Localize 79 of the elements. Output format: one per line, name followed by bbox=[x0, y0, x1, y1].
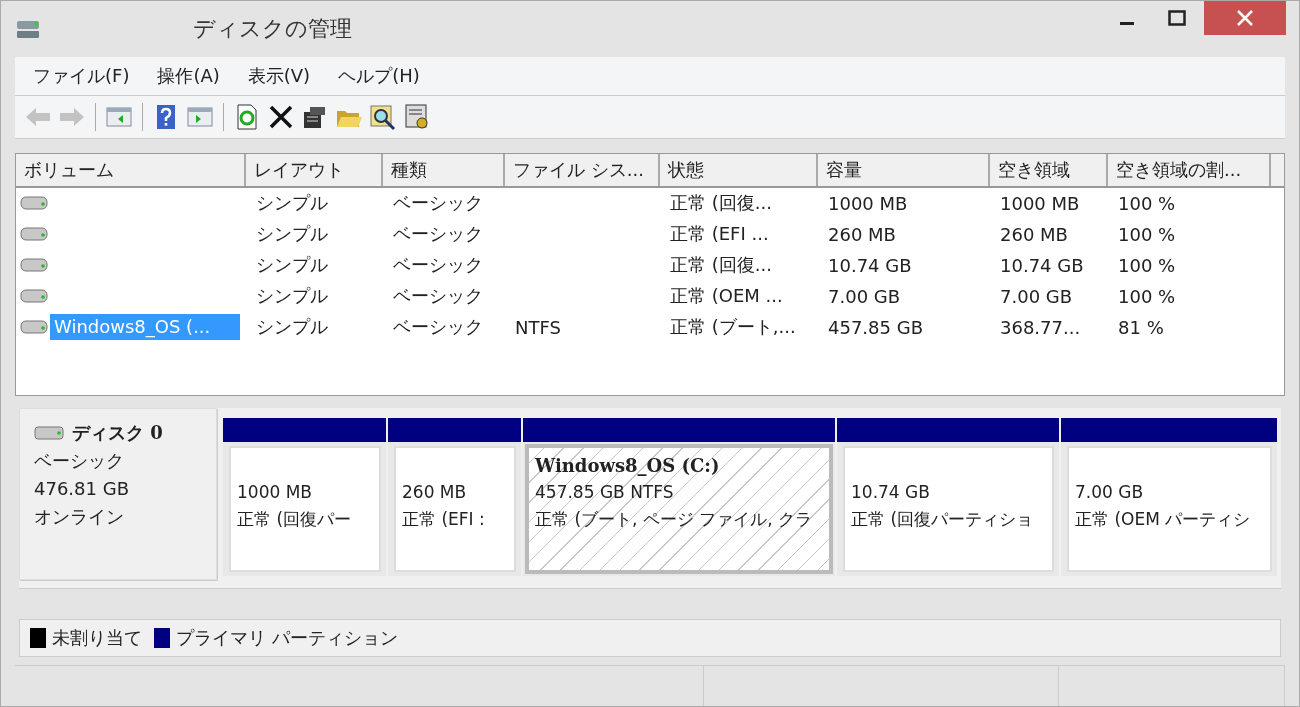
table-cell-text: NTFS bbox=[514, 316, 562, 338]
partition-info: 正常 (回復パー bbox=[237, 508, 353, 532]
maximize-icon bbox=[1168, 10, 1186, 26]
table-cell-text: シンプル bbox=[255, 191, 329, 216]
table-cell-text: 10.74 GB bbox=[999, 254, 1085, 276]
table-cell-text: 正常 (回復... bbox=[669, 253, 773, 278]
partition-block[interactable]: 1000 MB 正常 (回復パー bbox=[223, 418, 386, 577]
close-icon bbox=[1236, 9, 1254, 27]
legend-label: プライマリ パーティション bbox=[176, 626, 398, 651]
table-cell-text: 正常 (EFI ... bbox=[669, 222, 770, 247]
partition-info: 正常 (ブート, ページ ファイル, クラ bbox=[535, 508, 814, 532]
table-cell-text: シンプル bbox=[255, 222, 329, 247]
partition-info: 1000 MB bbox=[237, 481, 313, 505]
disk-drive-icon bbox=[20, 320, 48, 335]
partition-block[interactable]: 10.74 GB 正常 (回復パーティショ bbox=[837, 418, 1059, 577]
partition-info: 457.85 GB NTFS bbox=[535, 481, 675, 505]
partition-info: 正常 (回復パーティショ bbox=[851, 508, 1035, 532]
column-header[interactable]: 種類 bbox=[383, 153, 505, 186]
minimize-icon bbox=[1120, 21, 1134, 25]
window-title: ディスクの管理 bbox=[192, 14, 352, 43]
disk-drive-icon bbox=[20, 227, 48, 242]
partition-info: 260 MB bbox=[402, 481, 468, 505]
table-cell-text: ベーシック bbox=[392, 222, 484, 247]
legend-label: 未割り当て bbox=[52, 626, 142, 651]
table-cell-text: 260 MB bbox=[999, 223, 1069, 245]
disk-info-panel[interactable]: ディスク 0 ベーシック 476.81 GB オンライン bbox=[19, 408, 217, 581]
table-cell-text: 368.77... bbox=[999, 316, 1082, 338]
table-cell-text: ベーシック bbox=[392, 284, 484, 309]
column-header[interactable]: ファイル シス... bbox=[505, 153, 660, 186]
table-cell-text: シンプル bbox=[255, 315, 329, 340]
partition-block[interactable]: 260 MB 正常 (EFI : bbox=[388, 418, 521, 577]
table-cell-text: 正常 (OEM ... bbox=[669, 284, 784, 309]
table-cell-text: 正常 (ブート,... bbox=[669, 315, 797, 340]
partition-name: Windows8_OS (C:) bbox=[535, 454, 721, 479]
disk-drive-icon bbox=[20, 196, 48, 211]
menu-item[interactable]: ヘルプ(H) bbox=[324, 63, 434, 88]
table-cell-text: 1000 MB bbox=[827, 192, 909, 214]
disk-name: ディスク 0 bbox=[72, 421, 163, 446]
disk-type: ベーシック bbox=[34, 449, 125, 474]
table-cell-text: ベーシック bbox=[392, 191, 484, 216]
table-cell-text: 260 MB bbox=[827, 223, 897, 245]
table-cell-text: 81 % bbox=[1117, 316, 1165, 338]
menu-item[interactable]: 操作(A) bbox=[143, 63, 234, 88]
disk-size: 476.81 GB bbox=[34, 477, 130, 502]
table-cell-text: 100 % bbox=[1117, 192, 1177, 214]
column-header[interactable]: 状態 bbox=[660, 153, 818, 186]
partition-info: 正常 (EFI : bbox=[402, 508, 486, 532]
partition-info: 正常 (OEM パーティシ bbox=[1075, 508, 1252, 532]
table-cell-text: シンプル bbox=[255, 284, 329, 309]
partition-info: 7.00 GB bbox=[1075, 481, 1145, 505]
column-header[interactable]: ボリューム bbox=[16, 153, 246, 186]
table-cell-text: シンプル bbox=[255, 253, 329, 278]
table-cell-text: 1000 MB bbox=[999, 192, 1081, 214]
table-cell-text: 100 % bbox=[1117, 254, 1177, 276]
disk-drive-icon bbox=[34, 426, 64, 441]
column-header[interactable]: 空き領域 bbox=[990, 153, 1108, 186]
table-cell-text: ベーシック bbox=[392, 315, 484, 340]
disk-drive-icon bbox=[20, 289, 48, 304]
settings-icon bbox=[403, 102, 431, 131]
column-header[interactable]: レイアウト bbox=[246, 153, 383, 186]
table-cell-text: 457.85 GB bbox=[827, 316, 924, 338]
close-button[interactable] bbox=[1204, 1, 1286, 35]
disk-drive-icon bbox=[20, 258, 48, 273]
menu-item[interactable]: 表示(V) bbox=[233, 63, 325, 88]
disk-status: オンライン bbox=[34, 505, 125, 530]
table-cell-text: 7.00 GB bbox=[999, 285, 1074, 307]
column-header[interactable]: 容量 bbox=[818, 153, 990, 186]
table-cell-text: 100 % bbox=[1117, 223, 1177, 245]
table-cell-text: 10.74 GB bbox=[827, 254, 913, 276]
menu-item[interactable]: ファイル(F) bbox=[19, 63, 144, 88]
table-cell-text: ベーシック bbox=[392, 253, 484, 278]
magnifier-icon bbox=[369, 102, 397, 131]
partition-info: 10.74 GB bbox=[851, 481, 931, 505]
table-cell-text: 100 % bbox=[1117, 285, 1177, 307]
partition-block[interactable]: Windows8_OS (C:) 457.85 GB NTFS 正常 (ブート, ページ ファイル, クラ bbox=[523, 418, 835, 577]
partition-block[interactable]: 7.00 GB 正常 (OEM パーティシ bbox=[1061, 418, 1277, 577]
table-cell-text: 7.00 GB bbox=[827, 285, 902, 307]
table-cell-text: 正常 (回復... bbox=[669, 191, 773, 216]
column-header[interactable]: 空き領域の割... bbox=[1108, 153, 1271, 186]
